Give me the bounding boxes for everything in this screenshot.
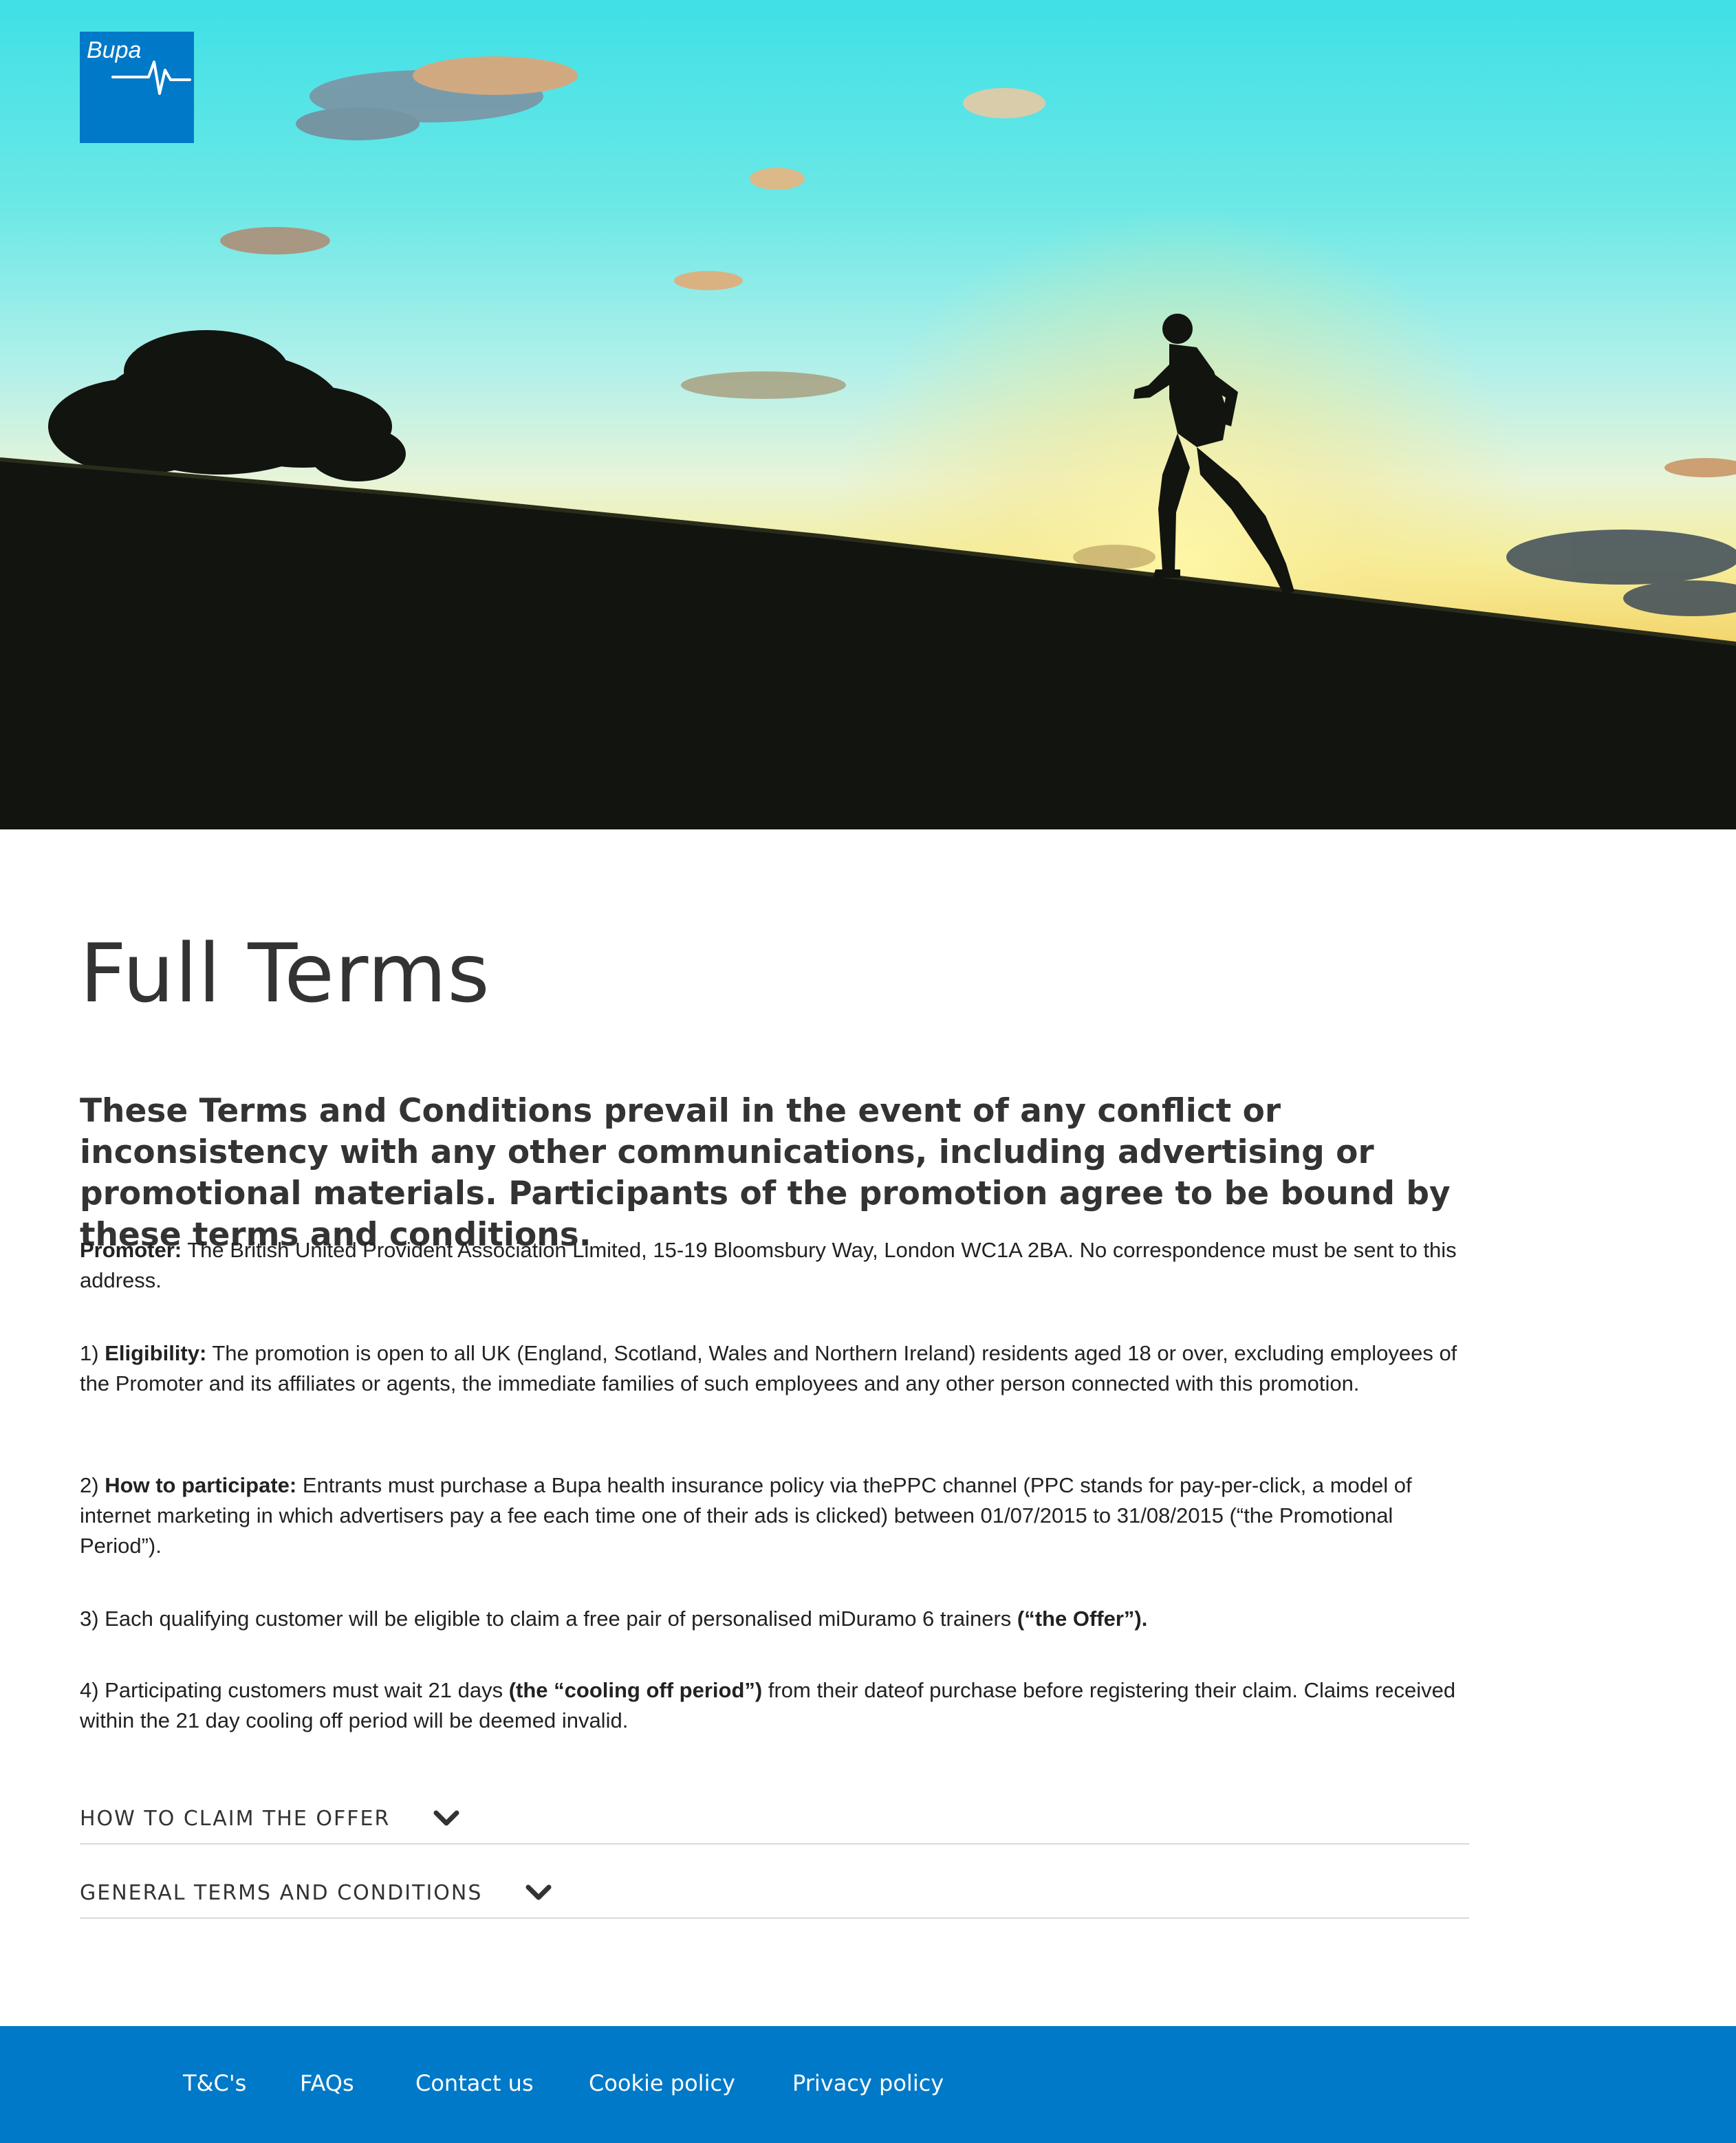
term-offer: 3) Each qualifying customer will be elig… (80, 1604, 1476, 1634)
footer-link-terms[interactable]: T&C's (183, 2070, 246, 2096)
promoter-text: The British United Provident Association… (80, 1238, 1457, 1292)
heartbeat-icon (111, 61, 191, 95)
footer-link-cookie-policy[interactable]: Cookie policy (589, 2070, 735, 2096)
promoter-paragraph: Promoter: The British United Provident A… (80, 1235, 1476, 1296)
term-label: How to participate: (105, 1473, 297, 1497)
hero-image (0, 0, 1736, 829)
intro-statement: These Terms and Conditions prevail in th… (80, 1092, 1451, 1254)
term-label: Eligibility: (105, 1341, 207, 1365)
bupa-logo[interactable]: Bupa (80, 32, 194, 143)
term-how-to-participate: 2) How to participate: Entrants must pur… (80, 1470, 1476, 1561)
term-text: 4) Participating customers must wait 21 … (80, 1678, 509, 1702)
term-text: The promotion is open to all UK (England… (80, 1341, 1457, 1395)
accordion-label: HOW TO CLAIM THE OFFER (80, 1807, 391, 1831)
term-cooling-off: 4) Participating customers must wait 21 … (80, 1675, 1476, 1736)
footer-link-contact[interactable]: Contact us (415, 2070, 534, 2096)
footer-link-faqs[interactable]: FAQs (300, 2070, 354, 2096)
chevron-down-icon[interactable] (525, 1884, 552, 1901)
term-bold: (“the Offer”). (1017, 1607, 1148, 1631)
promoter-label: Promoter: (80, 1238, 182, 1262)
term-number: 1) (80, 1341, 105, 1365)
accordion-label: GENERAL TERMS AND CONDITIONS (80, 1881, 483, 1905)
term-eligibility: 1) Eligibility: The promotion is open to… (80, 1338, 1476, 1399)
accordion-general-terms[interactable]: GENERAL TERMS AND CONDITIONS (80, 1845, 1469, 1919)
page-title: Full Terms (80, 926, 490, 1021)
hero-banner: Bupa (0, 0, 1736, 829)
accordion-how-to-claim[interactable]: HOW TO CLAIM THE OFFER (80, 1795, 1469, 1845)
footer-link-privacy-policy[interactable]: Privacy policy (792, 2070, 944, 2096)
chevron-down-icon[interactable] (433, 1810, 459, 1827)
term-number: 2) (80, 1473, 105, 1497)
term-text: 3) Each qualifying customer will be elig… (80, 1607, 1017, 1631)
term-bold: (the “cooling off period”) (508, 1678, 763, 1702)
footer: T&C's FAQs Contact us Cookie policy Priv… (0, 2026, 1736, 2143)
